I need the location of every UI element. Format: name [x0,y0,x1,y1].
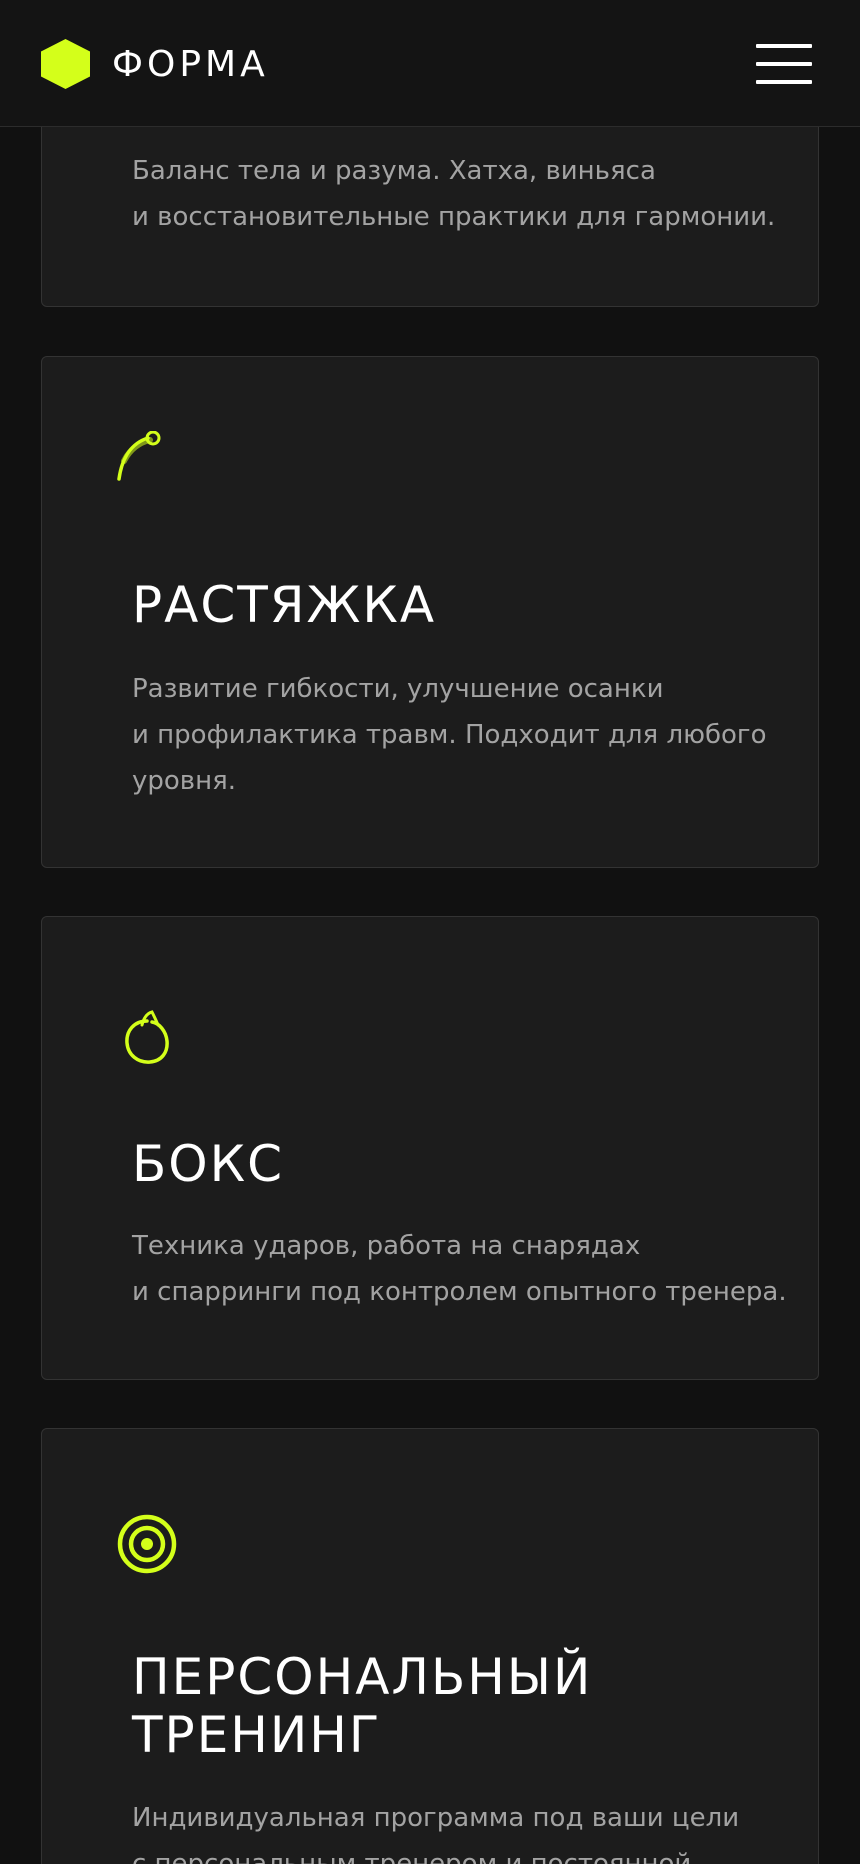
card-description-line: с персональным тренером и постоянной [132,1849,692,1864]
card-description: Индивидуальная программа под ваши цели с… [132,1795,812,1864]
card-title-line: ПЕРСОНАЛЬНЫЙ [132,1648,593,1706]
card-description-line: Развитие гибкости, улучшение осанки [132,674,664,704]
hexagon-icon [41,39,90,89]
card-description-line: уровня. [132,766,237,796]
card-title: РАСТЯЖКА [132,576,437,634]
site-header: ФОРМА [0,0,860,127]
logo[interactable]: ФОРМА [39,38,269,90]
card-description: Техника ударов, работа на снарядах и спа… [132,1223,812,1315]
boxing-glove-icon [125,1010,169,1064]
stretch-arc-icon [117,431,161,481]
hamburger-menu-icon [756,80,812,84]
card-title: ПЕРСОНАЛЬНЫЙ ТРЕНИНГ [132,1648,772,1764]
service-card-stretching[interactable]: РАСТЯЖКА Развитие гибкости, улучшение ос… [41,356,819,868]
card-description-line: и восстановительные практики для гармони… [132,202,776,232]
card-description-line: Индивидуальная программа под ваши цели [132,1803,740,1833]
card-title: БОКС [132,1135,285,1193]
service-card-personal-training[interactable]: ПЕРСОНАЛЬНЫЙ ТРЕНИНГ Индивидуальная прог… [41,1428,819,1864]
logo-text: ФОРМА [112,43,269,85]
menu-button[interactable] [756,44,812,84]
service-card-boxing[interactable]: БОКС Техника ударов, работа на снарядах … [41,916,819,1380]
card-description: Развитие гибкости, улучшение осанки и пр… [132,666,812,804]
card-description-line: Баланс тела и разума. Хатха, виньяса [132,156,656,186]
page: ФОРМА Баланс тела и разума. Хатха, винья… [0,0,860,1864]
hamburger-menu-icon [756,44,812,48]
target-icon [117,1514,177,1574]
card-description-line: Техника ударов, работа на снарядах [132,1231,641,1261]
hamburger-menu-icon [756,62,812,66]
card-title-line: ТРЕНИНГ [132,1706,382,1764]
card-description-line: и профилактика травм. Подходит для любог… [132,720,767,750]
card-description-line: и спарринги под контролем опытного трене… [132,1277,787,1307]
card-description: Баланс тела и разума. Хатха, виньяса и в… [132,148,812,240]
